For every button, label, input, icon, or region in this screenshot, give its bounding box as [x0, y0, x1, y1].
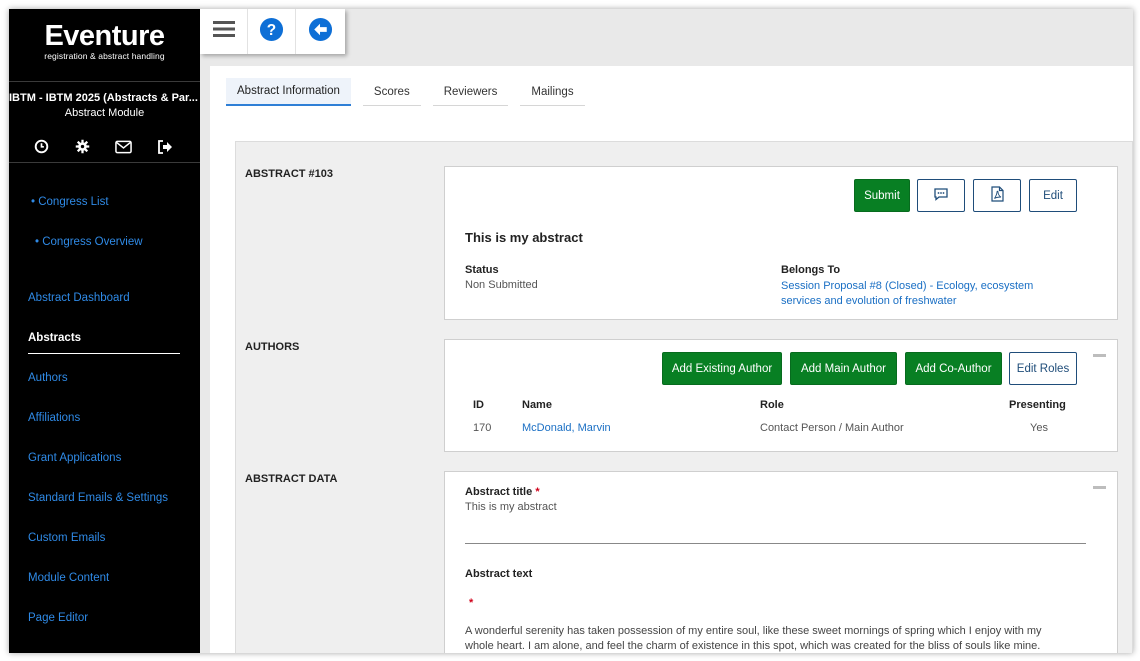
logout-icon[interactable] — [155, 137, 174, 156]
pdf-button[interactable] — [973, 179, 1021, 212]
collapse-minus-icon[interactable] — [1093, 354, 1106, 357]
required-marker: * — [469, 597, 474, 609]
menu-button[interactable] — [200, 9, 248, 54]
brand-tagline: registration & abstract handling — [44, 51, 165, 61]
tab-scores[interactable]: Scores — [362, 78, 421, 106]
help-button[interactable]: ? — [248, 9, 296, 54]
column-header-presenting: Presenting — [1009, 399, 1066, 411]
tab-bar: Abstract Information Scores Reviewers Ma… — [226, 78, 597, 106]
gear-icon[interactable] — [73, 137, 92, 156]
active-item-underline — [28, 353, 180, 354]
abstract-text-line: whole heart. I am alone, and feel the ch… — [465, 640, 1041, 652]
add-co-author-button[interactable]: Add Co-Author — [905, 352, 1002, 385]
tab-reviewers[interactable]: Reviewers — [432, 78, 509, 106]
help-icon: ? — [259, 17, 284, 47]
tab-mailings[interactable]: Mailings — [520, 78, 585, 106]
abstract-text-line: A wonderful serenity has taken possessio… — [465, 625, 1042, 637]
sidebar-item-grant-applications[interactable]: Grant Applications — [28, 452, 121, 464]
edit-roles-button[interactable]: Edit Roles — [1009, 352, 1077, 385]
svg-text:?: ? — [267, 21, 276, 38]
sidebar-item-standard-emails[interactable]: Standard Emails & Settings — [28, 492, 168, 504]
edit-button[interactable]: Edit — [1029, 179, 1077, 212]
column-header-id: ID — [473, 399, 484, 411]
comment-button[interactable] — [917, 179, 965, 212]
sidebar-item-page-editor[interactable]: Page Editor — [28, 612, 88, 624]
abstract-title-value[interactable]: This is my abstract — [465, 501, 557, 513]
abstract-text-label: Abstract text — [465, 568, 533, 580]
pdf-icon — [990, 186, 1004, 205]
brand-logo[interactable]: Eventure registration & abstract handlin… — [9, 21, 200, 61]
author-presenting: Yes — [1030, 422, 1048, 434]
menu-icon — [212, 20, 235, 43]
sidebar-item-authors[interactable]: Authors — [28, 372, 68, 384]
belongs-to-label: Belongs To — [781, 264, 841, 276]
abstract-data-card: Abstract title * This is my abstract Abs… — [444, 471, 1118, 653]
brand-name: Eventure — [44, 20, 165, 52]
field-divider — [465, 543, 1086, 544]
belongs-to-link[interactable]: Session Proposal #8 (Closed) - Ecology, … — [781, 279, 1033, 309]
sidebar-item-abstract-dashboard[interactable]: Abstract Dashboard — [28, 292, 130, 304]
add-existing-author-button[interactable]: Add Existing Author — [662, 352, 782, 385]
sidebar-item-abstracts[interactable]: Abstracts — [28, 332, 81, 344]
app-window: Eventure registration & abstract handlin… — [9, 9, 1133, 653]
sidebar: Eventure registration & abstract handlin… — [9, 9, 200, 653]
sidebar-divider — [9, 81, 200, 82]
add-main-author-button[interactable]: Add Main Author — [790, 352, 897, 385]
status-value: Non Submitted — [465, 279, 538, 291]
abstract-card: Submit Edit This is my abstract Status N… — [444, 166, 1118, 320]
belongs-to-line: Session Proposal #8 (Closed) - Ecology, … — [781, 280, 1034, 292]
sidebar-link-congress-list[interactable]: • Congress List — [31, 196, 109, 208]
main-content: Abstract Information Scores Reviewers Ma… — [210, 66, 1133, 653]
sidebar-item-module-content[interactable]: Module Content — [28, 572, 109, 584]
submit-button[interactable]: Submit — [854, 179, 910, 212]
sidebar-divider — [9, 162, 200, 163]
sidebar-item-custom-emails[interactable]: Custom Emails — [28, 532, 105, 544]
belongs-to-line: services and evolution of freshwater — [781, 295, 957, 307]
author-id: 170 — [473, 422, 492, 434]
tab-abstract-information[interactable]: Abstract Information — [226, 78, 351, 106]
status-label: Status — [465, 264, 499, 276]
back-button[interactable] — [296, 9, 344, 54]
abstract-title: This is my abstract — [465, 230, 583, 245]
event-title: IBTM - IBTM 2025 (Abstracts & Par... — [9, 92, 198, 104]
abstract-text-value[interactable]: A wonderful serenity has taken possessio… — [465, 624, 1105, 653]
authors-card: Add Existing Author Add Main Author Add … — [444, 339, 1118, 452]
abstract-section-label: ABSTRACT #103 — [245, 168, 334, 180]
sidebar-link-congress-overview[interactable]: • Congress Overview — [35, 236, 143, 248]
sidebar-item-affiliations[interactable]: Affiliations — [28, 412, 80, 424]
module-name: Abstract Module — [64, 107, 145, 119]
authors-section-label: AUTHORS — [245, 341, 300, 353]
clock-icon[interactable] — [32, 137, 51, 156]
column-header-role: Role — [760, 399, 784, 411]
collapse-minus-icon[interactable] — [1093, 486, 1106, 489]
author-role: Contact Person / Main Author — [760, 422, 904, 434]
abstract-title-label: Abstract title * — [465, 486, 540, 498]
column-header-name: Name — [522, 399, 552, 411]
back-icon — [308, 17, 333, 47]
chat-bubble-icon — [933, 187, 949, 204]
mail-icon[interactable] — [114, 137, 133, 156]
abstract-data-section-label: ABSTRACT DATA — [245, 473, 338, 485]
abstract-title-label-text: Abstract title — [465, 486, 533, 498]
sidebar-quick-icons — [32, 137, 174, 156]
required-marker: * — [535, 486, 540, 498]
abstract-panel: ABSTRACT #103 Submit Edit This is my abs… — [235, 141, 1133, 653]
author-name-link[interactable]: McDonald, Marvin — [522, 422, 611, 434]
top-toolbar: ? — [200, 9, 345, 54]
